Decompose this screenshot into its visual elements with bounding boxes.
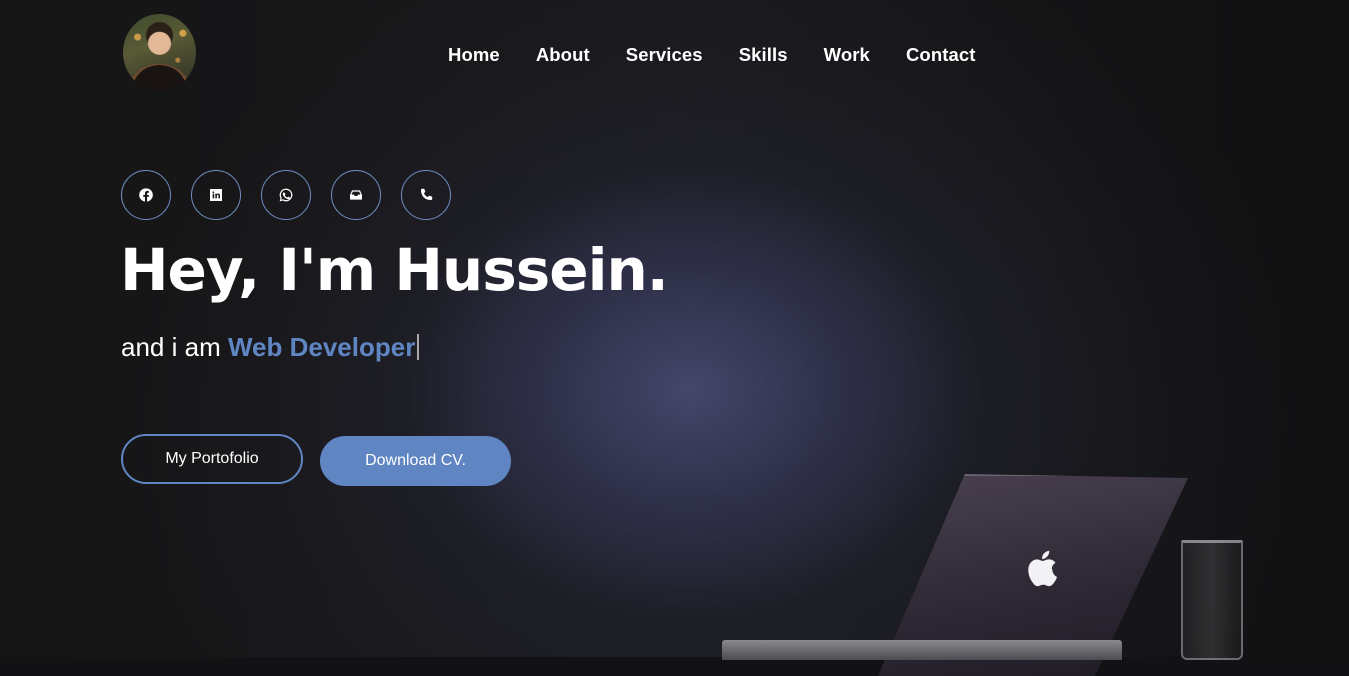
linkedin-icon: [210, 189, 222, 201]
apple-logo-icon: [1028, 550, 1058, 587]
hero-subtitle: and i am Web Developer: [121, 332, 420, 363]
subtitle-prefix: and i am: [121, 332, 228, 362]
inbox-button[interactable]: [331, 170, 381, 220]
typing-cursor: [417, 334, 420, 360]
nav-services[interactable]: Services: [626, 44, 703, 66]
laptop-base: [722, 640, 1122, 660]
linkedin-button[interactable]: [191, 170, 241, 220]
phone-icon: [421, 188, 433, 200]
avatar[interactable]: [123, 14, 196, 91]
main-nav: Home About Services Skills Work Contact: [448, 44, 976, 66]
download-cv-button[interactable]: Download CV.: [320, 436, 511, 486]
nav-work[interactable]: Work: [824, 44, 870, 66]
typed-role: Web Developer: [227, 332, 416, 362]
nav-about[interactable]: About: [536, 44, 590, 66]
phone-button[interactable]: [401, 170, 451, 220]
social-links: [121, 170, 451, 220]
inbox-icon: [350, 190, 362, 200]
nav-skills[interactable]: Skills: [739, 44, 788, 66]
whatsapp-button[interactable]: [261, 170, 311, 220]
whatsapp-icon: [279, 188, 293, 202]
nav-contact[interactable]: Contact: [906, 44, 976, 66]
water-glass: [1181, 540, 1243, 660]
hero-title: Hey, I'm Hussein.: [120, 236, 669, 304]
nav-home[interactable]: Home: [448, 44, 500, 66]
facebook-icon: [139, 188, 153, 202]
site-header: Home About Services Skills Work Contact: [0, 0, 1349, 110]
portfolio-button[interactable]: My Portofolio: [121, 434, 303, 484]
facebook-button[interactable]: [121, 170, 171, 220]
